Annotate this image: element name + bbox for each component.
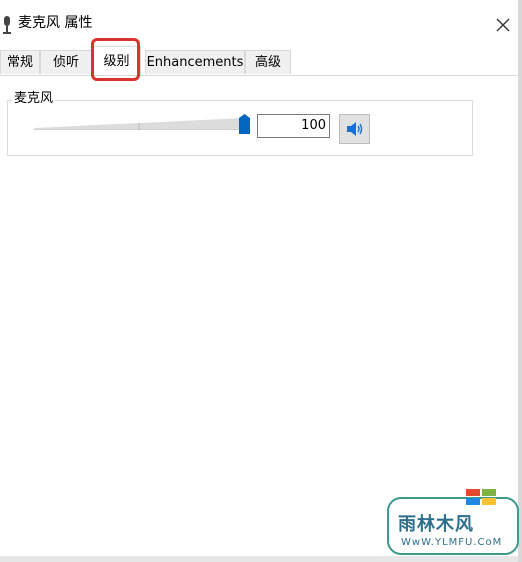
watermark-url: WwW.YLMFU.CoM <box>401 537 503 548</box>
tab-strip: 常规 侦听 级别 Enhancements 高级 <box>0 46 518 76</box>
watermark-text: 雨林木风 <box>398 514 474 535</box>
tab-advanced[interactable]: 高级 <box>245 50 291 74</box>
mute-button[interactable] <box>339 114 370 144</box>
windows-logo-icon <box>466 489 496 505</box>
close-button[interactable] <box>490 12 516 38</box>
microphone-icon <box>3 16 11 34</box>
volume-slider-thumb[interactable] <box>239 114 250 134</box>
level-value-field[interactable]: 100 <box>257 114 330 138</box>
properties-window: 麦克风 属性 常规 侦听 级别 Enhancements 高级 麦克风 100 <box>0 0 518 556</box>
volume-slider-track[interactable] <box>34 118 244 130</box>
title-bar: 麦克风 属性 <box>0 0 518 44</box>
group-label: 麦克风 <box>12 91 56 107</box>
close-icon <box>496 18 510 32</box>
tab-enhancements[interactable]: Enhancements <box>145 50 245 74</box>
window-title: 麦克风 属性 <box>18 15 93 31</box>
speaker-icon <box>346 122 362 136</box>
tab-levels[interactable]: 级别 <box>92 46 141 76</box>
window-right-edge <box>518 0 522 562</box>
tab-general[interactable]: 常规 <box>0 50 40 74</box>
tab-listen[interactable]: 侦听 <box>40 50 92 74</box>
window-bottom-edge <box>0 556 518 562</box>
tab-divider <box>0 75 518 76</box>
